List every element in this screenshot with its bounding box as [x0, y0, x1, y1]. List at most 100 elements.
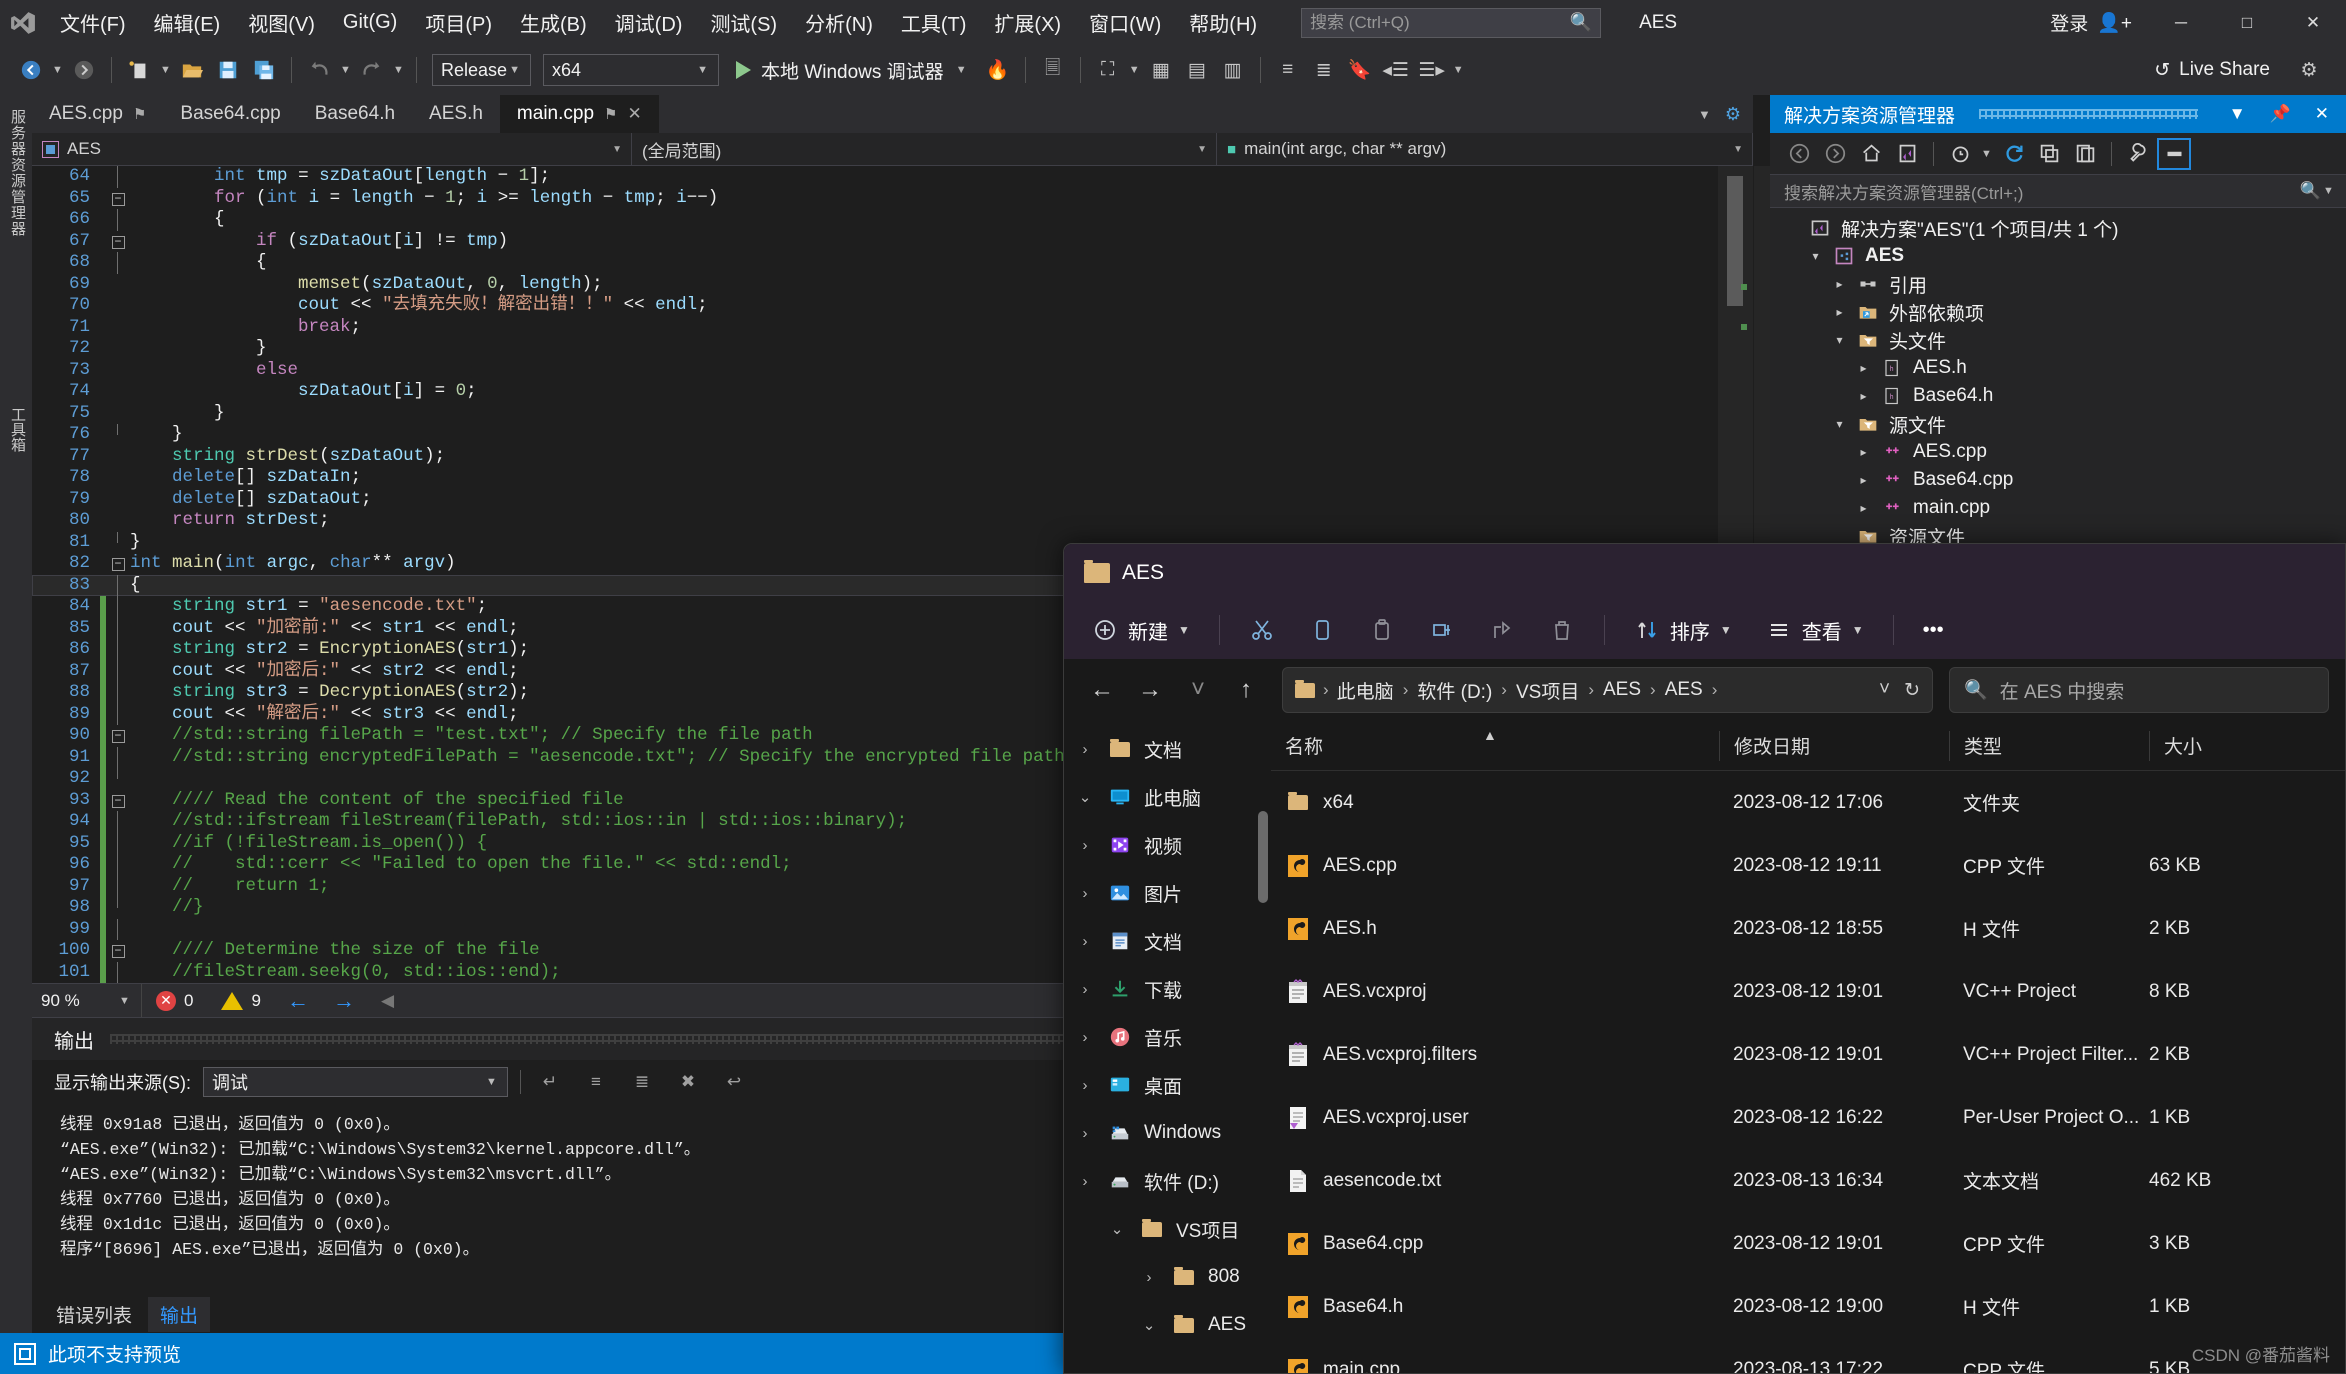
- fold-marker[interactable]: [106, 574, 130, 596]
- solution-tree[interactable]: 解决方案"AES"(1 个项目/共 1 个) ▾ AES ▸ 引用 ▸ 外部依赖项 ▾ 头文件 ▸…: [1770, 208, 2346, 550]
- editor-tab-0[interactable]: AES.cpp ⚑: [32, 95, 164, 133]
- menu-item-12[interactable]: 帮助(H): [1175, 0, 1271, 45]
- fold-marker[interactable]: [106, 360, 130, 382]
- close-icon[interactable]: ✕: [2308, 104, 2336, 124]
- code-line[interactable]: 70 cout << "去填充失败！解密出错！！" << endl;: [32, 295, 1753, 317]
- solution-tree-item-10[interactable]: ▸ main.cpp: [1770, 494, 2346, 522]
- fold-marker[interactable]: [106, 510, 130, 532]
- menu-item-3[interactable]: Git(G): [329, 0, 411, 45]
- fold-marker[interactable]: [106, 961, 130, 983]
- solution-tree-item-5[interactable]: ▸ h AES.h: [1770, 354, 2346, 382]
- expander-icon[interactable]: ⌄: [1138, 1316, 1160, 1334]
- more-options-button[interactable]: •••: [1909, 609, 1958, 651]
- solution-tree-item-0[interactable]: 解决方案"AES"(1 个项目/共 1 个): [1770, 214, 2346, 242]
- navigate-backward-icon[interactable]: [14, 53, 48, 87]
- file-row[interactable]: Base64.h 2023-08-12 19:00 H 文件 1 KB: [1271, 1275, 2345, 1338]
- pin-icon[interactable]: ⚑: [604, 105, 617, 123]
- solution-tree-item-9[interactable]: ▸ Base64.cpp: [1770, 466, 2346, 494]
- up-icon[interactable]: ↑: [1224, 668, 1268, 712]
- layout-dropdown-icon[interactable]: ▼: [1127, 64, 1142, 76]
- nav-item-9[interactable]: › 软件 (D:): [1064, 1157, 1271, 1205]
- solution-tree-item-6[interactable]: ▸ h Base64.h: [1770, 382, 2346, 410]
- back-icon[interactable]: [1782, 138, 1816, 170]
- editor-tab-1[interactable]: Base64.cpp: [163, 95, 298, 133]
- solution-tree-item-1[interactable]: ▾ AES: [1770, 242, 2346, 270]
- solution-tree-item-8[interactable]: ▸ AES.cpp: [1770, 438, 2346, 466]
- comment-icon[interactable]: ▤: [1180, 53, 1214, 87]
- expander-icon[interactable]: ▸: [1856, 361, 1871, 375]
- pending-changes-icon[interactable]: [1943, 138, 1977, 170]
- rename-button[interactable]: [1415, 609, 1469, 651]
- menu-item-6[interactable]: 调试(D): [601, 0, 697, 45]
- column-header-size[interactable]: 大小: [2149, 730, 2299, 761]
- nav-item-5[interactable]: › 下载: [1064, 965, 1271, 1013]
- nav-item-6[interactable]: › 音乐: [1064, 1013, 1271, 1061]
- toolbox-tab[interactable]: 工具箱: [7, 407, 28, 452]
- fold-marker[interactable]: [106, 596, 130, 618]
- code-line[interactable]: 76 }: [32, 424, 1753, 446]
- fold-marker[interactable]: [106, 875, 130, 897]
- forward-icon[interactable]: →: [1128, 668, 1172, 712]
- code-line[interactable]: 69 memset(szDataOut, 0, length);: [32, 274, 1753, 296]
- bookmark-icon[interactable]: 🔖: [1343, 53, 1377, 87]
- nav-item-4[interactable]: › 文档: [1064, 917, 1271, 965]
- code-line[interactable]: 79 delete[] szDataOut;: [32, 489, 1753, 511]
- code-line[interactable]: 66 {: [32, 209, 1753, 231]
- solution-platform-combo[interactable]: x64 ▼: [543, 54, 720, 86]
- fold-marker[interactable]: [106, 424, 130, 446]
- expander-icon[interactable]: ▸: [1856, 389, 1871, 403]
- open-file-icon[interactable]: [175, 53, 209, 87]
- outdent-icon[interactable]: ≣: [1307, 53, 1341, 87]
- fold-marker[interactable]: −: [106, 553, 130, 575]
- nav-item-0[interactable]: › 文档: [1064, 725, 1271, 773]
- file-row[interactable]: aesencode.txt 2023-08-13 16:34 文本文档 462 KB: [1271, 1149, 2345, 1212]
- expander-icon[interactable]: ›: [1074, 1173, 1096, 1190]
- navigation-pane[interactable]: › 文档 ⌄ 此电脑 › 视频 › 图片 › 文档 › 下载 › 音乐 › 桌面 › Windows › 软件 (D:…: [1064, 721, 1271, 1373]
- file-row[interactable]: x64 2023-08-12 17:06 文件夹: [1271, 771, 2345, 834]
- expander-icon[interactable]: ▾: [1832, 417, 1847, 431]
- explorer-search-box[interactable]: 🔍 在 AES 中搜索: [1949, 667, 2329, 713]
- maximize-button[interactable]: □: [2214, 0, 2280, 45]
- fold-marker[interactable]: −: [106, 940, 130, 962]
- breadcrumb-item-2[interactable]: VS项目: [1516, 677, 1579, 704]
- vs-search-box[interactable]: 🔍: [1301, 7, 1602, 38]
- nav-item-8[interactable]: › Windows: [1064, 1109, 1271, 1157]
- minimize-button[interactable]: ─: [2148, 0, 2214, 45]
- solution-tree-item-3[interactable]: ▸ 外部依赖项: [1770, 298, 2346, 326]
- bookmark-next-icon[interactable]: ☰▸: [1415, 53, 1449, 87]
- output-clear-icon[interactable]: ✖: [671, 1067, 705, 1097]
- file-row[interactable]: AES.cpp 2023-08-12 19:11 CPP 文件 63 KB: [1271, 834, 2345, 897]
- address-dropdown-icon[interactable]: ˅: [1879, 679, 1890, 701]
- undo-icon[interactable]: [302, 53, 336, 87]
- fold-marker[interactable]: [106, 617, 130, 639]
- menu-item-8[interactable]: 分析(N): [791, 0, 887, 45]
- chevron-down-icon[interactable]: ▼: [1979, 148, 1994, 160]
- fold-marker[interactable]: [106, 832, 130, 854]
- nav-item-7[interactable]: › 桌面: [1064, 1061, 1271, 1109]
- code-line[interactable]: 77 string strDest(szDataOut);: [32, 446, 1753, 468]
- save-icon[interactable]: [211, 53, 245, 87]
- expander-icon[interactable]: ▸: [1832, 305, 1847, 319]
- nav-item-2[interactable]: › 视频: [1064, 821, 1271, 869]
- breadcrumb-item-3[interactable]: AES: [1603, 679, 1641, 701]
- new-button[interactable]: 新建 ▼: [1078, 609, 1204, 651]
- fold-marker[interactable]: [106, 317, 130, 339]
- fold-marker[interactable]: [106, 682, 130, 704]
- code-line[interactable]: 65− for (int i = length − 1; i >= length…: [32, 188, 1753, 210]
- expander-icon[interactable]: ›: [1074, 1125, 1096, 1142]
- column-header-type[interactable]: 类型: [1949, 730, 2149, 761]
- expander-icon[interactable]: ⌄: [1106, 1220, 1128, 1238]
- expander-icon[interactable]: ›: [1074, 1029, 1096, 1046]
- breadcrumb-item-1[interactable]: 软件 (D:): [1417, 677, 1492, 704]
- output-source-combo[interactable]: 调试 ▼: [203, 1067, 508, 1097]
- panel-drag-handle[interactable]: [1979, 109, 2198, 119]
- nav-item-1[interactable]: ⌄ 此电脑: [1064, 773, 1271, 821]
- solution-view-icon[interactable]: [1890, 138, 1924, 170]
- menu-item-0[interactable]: 文件(F): [46, 0, 140, 45]
- expander-icon[interactable]: ›: [1074, 837, 1096, 854]
- menu-item-1[interactable]: 编辑(E): [140, 0, 235, 45]
- hot-reload-icon[interactable]: 🔥: [981, 53, 1015, 87]
- preview-selected-items-icon[interactable]: [2157, 137, 2191, 170]
- save-all-icon[interactable]: [247, 53, 281, 87]
- home-icon[interactable]: [1854, 138, 1888, 170]
